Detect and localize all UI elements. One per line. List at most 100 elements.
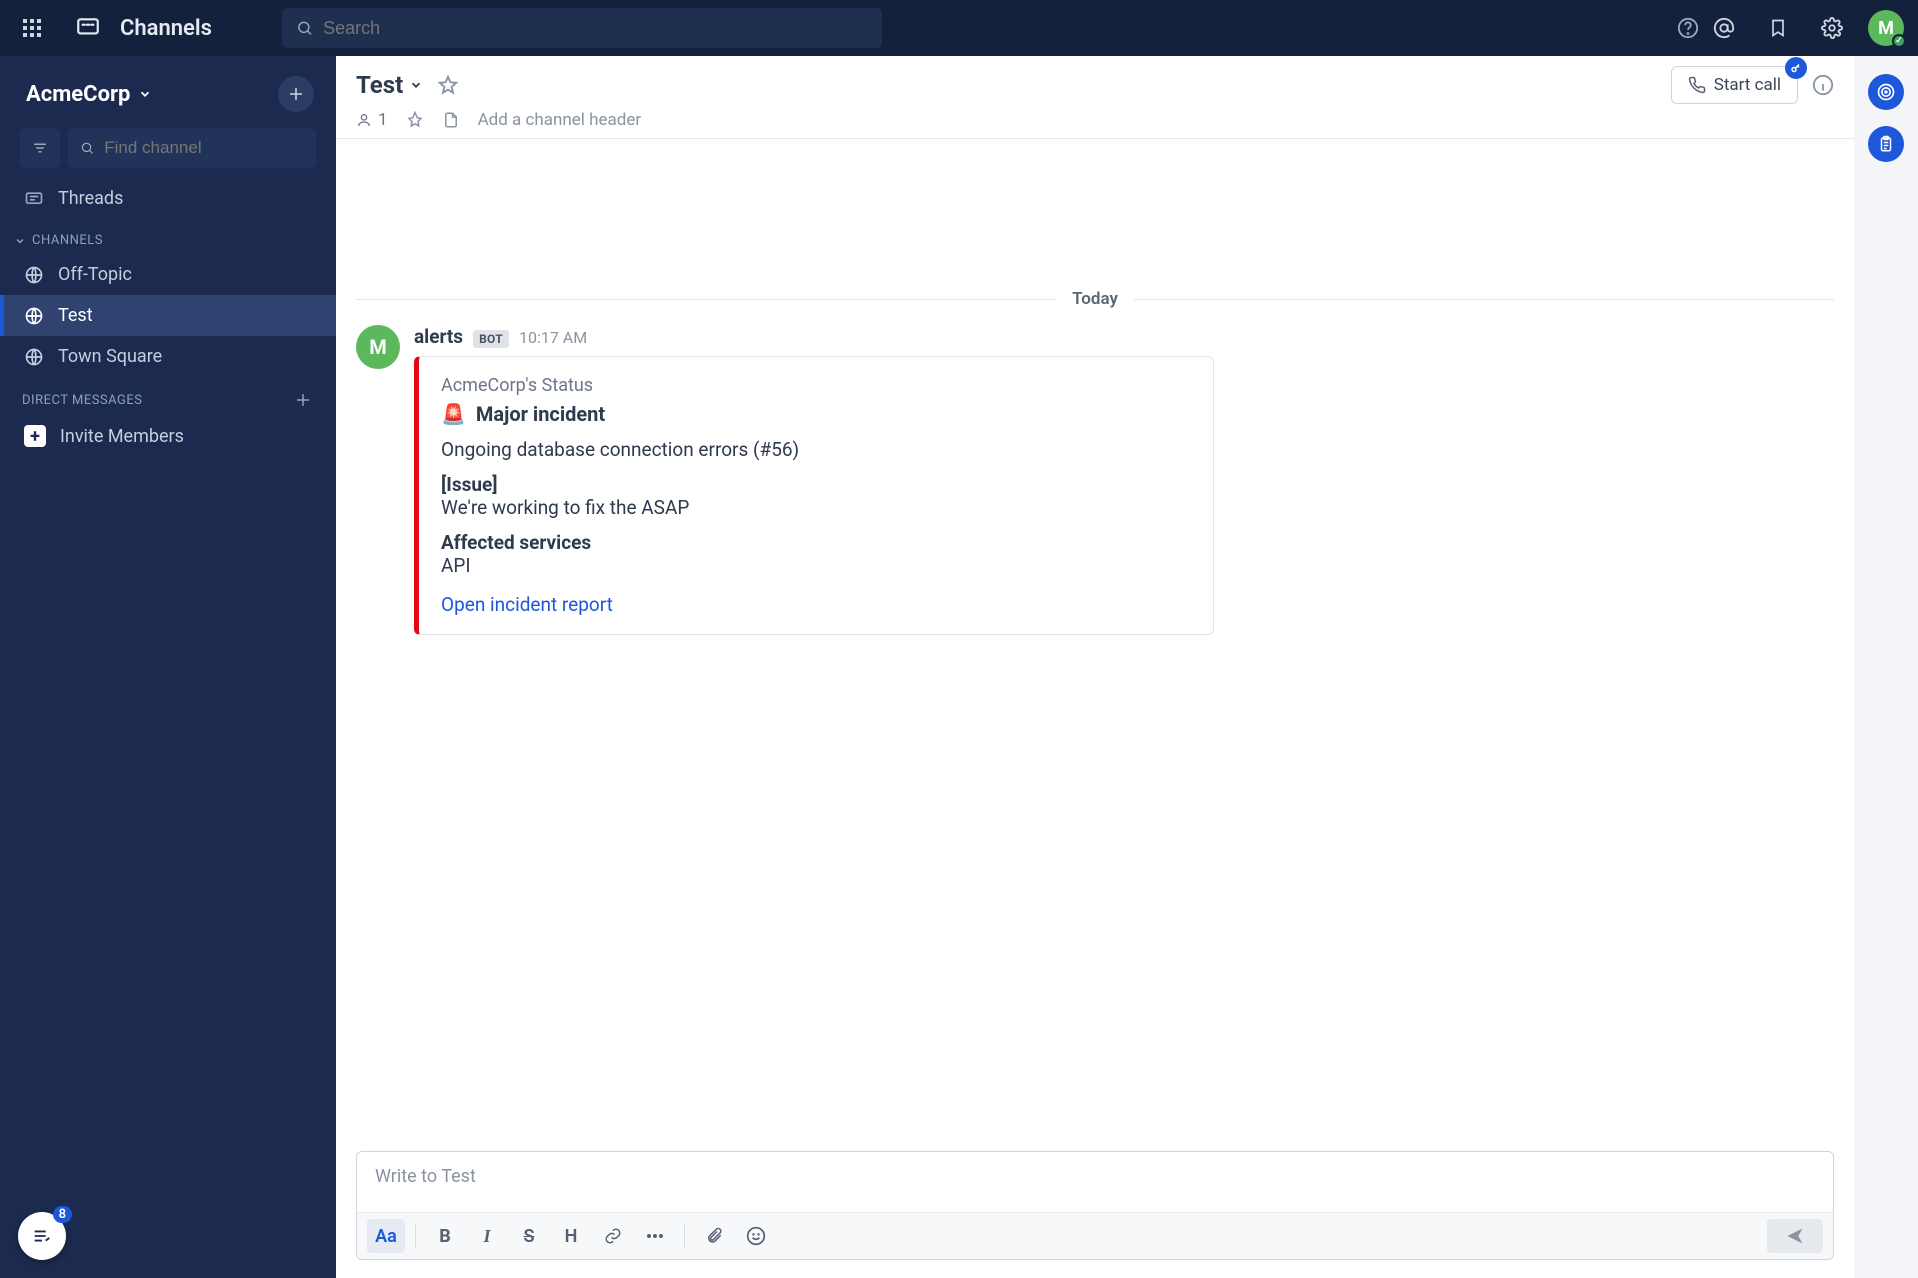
- invite-members[interactable]: + Invite Members: [0, 415, 336, 457]
- link-button[interactable]: [594, 1219, 632, 1253]
- chevron-down-icon: [14, 235, 26, 247]
- boards-button[interactable]: [1868, 126, 1904, 162]
- channels-icon[interactable]: [70, 10, 106, 46]
- find-channel-input[interactable]: [104, 138, 304, 158]
- plus-icon: [287, 85, 305, 103]
- globe-icon: [24, 265, 44, 285]
- formatting-toggle[interactable]: Aa: [367, 1219, 405, 1253]
- messages-region: Today M alerts BOT 10:17 AM AcmeCorp's S…: [336, 139, 1854, 1141]
- sidebar-item-off-topic[interactable]: Off-Topic: [0, 254, 336, 295]
- channel-name: Test: [356, 71, 403, 99]
- topbar-right: M ✓: [1706, 10, 1904, 46]
- italic-button[interactable]: I: [468, 1219, 506, 1253]
- more-formatting-button[interactable]: [636, 1219, 674, 1253]
- post: M alerts BOT 10:17 AM AcmeCorp's Status …: [356, 325, 1834, 635]
- new-button[interactable]: [278, 76, 314, 112]
- drafts-button[interactable]: 8: [18, 1212, 66, 1260]
- key-badge-icon: [1785, 57, 1807, 79]
- strike-button[interactable]: S: [510, 1219, 548, 1253]
- sidebar-item-label: Off-Topic: [58, 264, 132, 285]
- send-icon: [1785, 1226, 1805, 1246]
- chevron-down-icon: [138, 87, 152, 101]
- info-icon[interactable]: [1812, 74, 1834, 96]
- user-icon: [356, 112, 372, 128]
- main: AcmeCorp Threads CHANNELS: [0, 56, 1918, 1278]
- channel-name-dropdown[interactable]: Test: [356, 71, 423, 99]
- post-timestamp: 10:17 AM: [519, 328, 587, 347]
- attachment-button[interactable]: [695, 1219, 733, 1253]
- product-title: Channels: [120, 16, 212, 41]
- emoji-button[interactable]: [737, 1219, 775, 1253]
- settings-gear-icon[interactable]: [1814, 10, 1850, 46]
- find-channel[interactable]: [68, 128, 316, 168]
- file-icon[interactable]: [442, 111, 460, 129]
- search-input[interactable]: [323, 18, 868, 39]
- avatar-initial: M: [1878, 18, 1894, 39]
- channels-section-header[interactable]: CHANNELS: [0, 219, 336, 254]
- topbar-left: Channels: [14, 10, 212, 46]
- message-input[interactable]: [375, 1166, 1815, 1194]
- attachment-issue: [Issue] We're working to fix the ASAP: [441, 473, 1191, 519]
- sidebar: AcmeCorp Threads CHANNELS: [0, 56, 336, 1278]
- separator: [415, 1224, 416, 1248]
- right-rail: [1854, 56, 1918, 1278]
- target-icon: [1876, 82, 1896, 102]
- composer-wrap: Aa B I S H: [336, 1141, 1854, 1278]
- global-search[interactable]: [282, 8, 882, 48]
- playbooks-button[interactable]: [1868, 74, 1904, 110]
- search-icon: [80, 140, 94, 156]
- sidebar-item-threads[interactable]: Threads: [0, 178, 336, 219]
- attachment-title: Major incident: [476, 402, 605, 426]
- siren-icon: 🚨: [441, 402, 466, 426]
- paperclip-icon: [705, 1226, 723, 1246]
- emoji-icon: [746, 1226, 766, 1246]
- sidebar-item-label: Threads: [58, 188, 123, 209]
- filter-button[interactable]: [20, 128, 60, 168]
- channel-header-top: Test Start call: [356, 66, 1834, 104]
- link-icon: [604, 1227, 622, 1245]
- issue-label: [Issue]: [441, 473, 498, 496]
- date-divider: Today: [356, 289, 1834, 309]
- issue-text: We're working to fix the ASAP: [441, 496, 689, 519]
- apps-grid-icon[interactable]: [14, 10, 50, 46]
- chevron-down-icon: [409, 78, 423, 92]
- star-icon[interactable]: [437, 74, 459, 96]
- post-avatar-initial: M: [369, 335, 387, 359]
- drafts-badge: 8: [53, 1206, 72, 1223]
- sidebar-item-town-square[interactable]: Town Square: [0, 336, 336, 377]
- pin-icon[interactable]: [406, 111, 424, 129]
- presence-online-icon: ✓: [1892, 34, 1906, 48]
- bookmark-icon[interactable]: [1760, 10, 1796, 46]
- divider-line: [1134, 299, 1834, 300]
- channel-header-text[interactable]: Add a channel header: [478, 110, 642, 130]
- mentions-icon[interactable]: [1706, 10, 1742, 46]
- member-count[interactable]: 1: [356, 110, 388, 130]
- post-avatar[interactable]: M: [356, 325, 400, 369]
- globe-icon: [24, 347, 44, 367]
- bot-tag: BOT: [473, 330, 509, 348]
- attachment-summary: Ongoing database connection errors (#56): [441, 438, 1191, 461]
- message-attachment: AcmeCorp's Status 🚨 Major incident Ongoi…: [414, 356, 1214, 635]
- filter-icon: [31, 139, 49, 157]
- channel-actions: Start call: [1671, 66, 1834, 104]
- threads-icon: [24, 189, 44, 209]
- bold-button[interactable]: B: [426, 1219, 464, 1253]
- user-avatar[interactable]: M ✓: [1868, 10, 1904, 46]
- post-username[interactable]: alerts: [414, 325, 463, 348]
- start-call-label: Start call: [1714, 75, 1781, 95]
- team-switcher[interactable]: AcmeCorp: [26, 82, 152, 107]
- sidebar-item-test[interactable]: Test: [0, 295, 336, 336]
- attachment-link[interactable]: Open incident report: [441, 593, 613, 616]
- plus-icon[interactable]: [294, 391, 312, 409]
- team-switcher-row: AcmeCorp: [0, 56, 336, 122]
- sidebar-item-label: Town Square: [58, 346, 162, 367]
- composer: Aa B I S H: [356, 1151, 1834, 1260]
- send-button[interactable]: [1767, 1219, 1823, 1253]
- start-call-button[interactable]: Start call: [1671, 66, 1798, 104]
- sidebar-item-label: Test: [58, 305, 93, 326]
- dm-section-header[interactable]: DIRECT MESSAGES: [0, 377, 336, 415]
- post-header: alerts BOT 10:17 AM: [414, 325, 1834, 348]
- help-icon[interactable]: [1670, 10, 1706, 46]
- search-icon: [296, 19, 313, 37]
- heading-button[interactable]: H: [552, 1219, 590, 1253]
